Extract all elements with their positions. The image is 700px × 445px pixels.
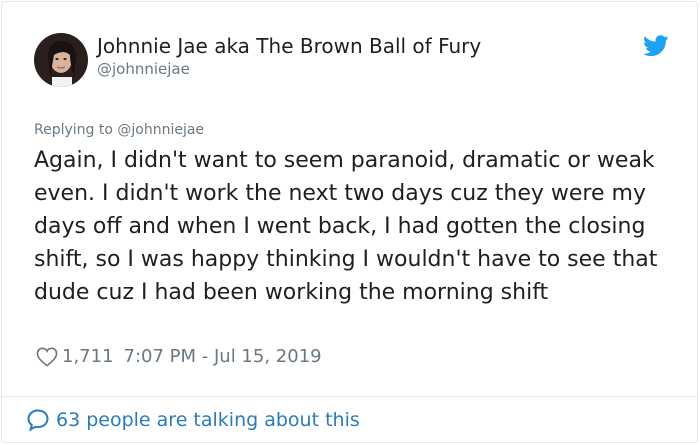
reply-handle-link[interactable]: @johnniejae [117, 122, 204, 138]
display-name[interactable]: Johnnie Jae aka The Brown Ball of Fury [97, 34, 481, 58]
avatar[interactable] [34, 33, 88, 87]
heart-icon [36, 347, 58, 367]
talking-link[interactable]: 63 people are talking about this [26, 408, 360, 432]
user-handle[interactable]: @johnniejae [97, 60, 190, 78]
tweet-card: Johnnie Jae aka The Brown Ball of Fury @… [1, 1, 698, 443]
twitter-bird-icon[interactable] [643, 35, 669, 57]
timestamp-link[interactable]: 7:07 PM - Jul 15, 2019 [124, 346, 322, 367]
talking-label: 63 people are talking about this [56, 409, 360, 431]
tweet-text: Again, I didn't want to seem paranoid, d… [34, 148, 658, 305]
like-button[interactable]: 1,711 [36, 346, 114, 367]
reply-prefix: Replying to [34, 122, 113, 138]
speech-bubble-icon [27, 409, 49, 432]
divider [2, 396, 697, 397]
avatar-image [34, 33, 88, 87]
reply-context: Replying to @johnniejae [34, 122, 204, 138]
tweet-meta: 1,711 7:07 PM - Jul 15, 2019 [36, 346, 322, 367]
like-count: 1,711 [62, 346, 114, 367]
